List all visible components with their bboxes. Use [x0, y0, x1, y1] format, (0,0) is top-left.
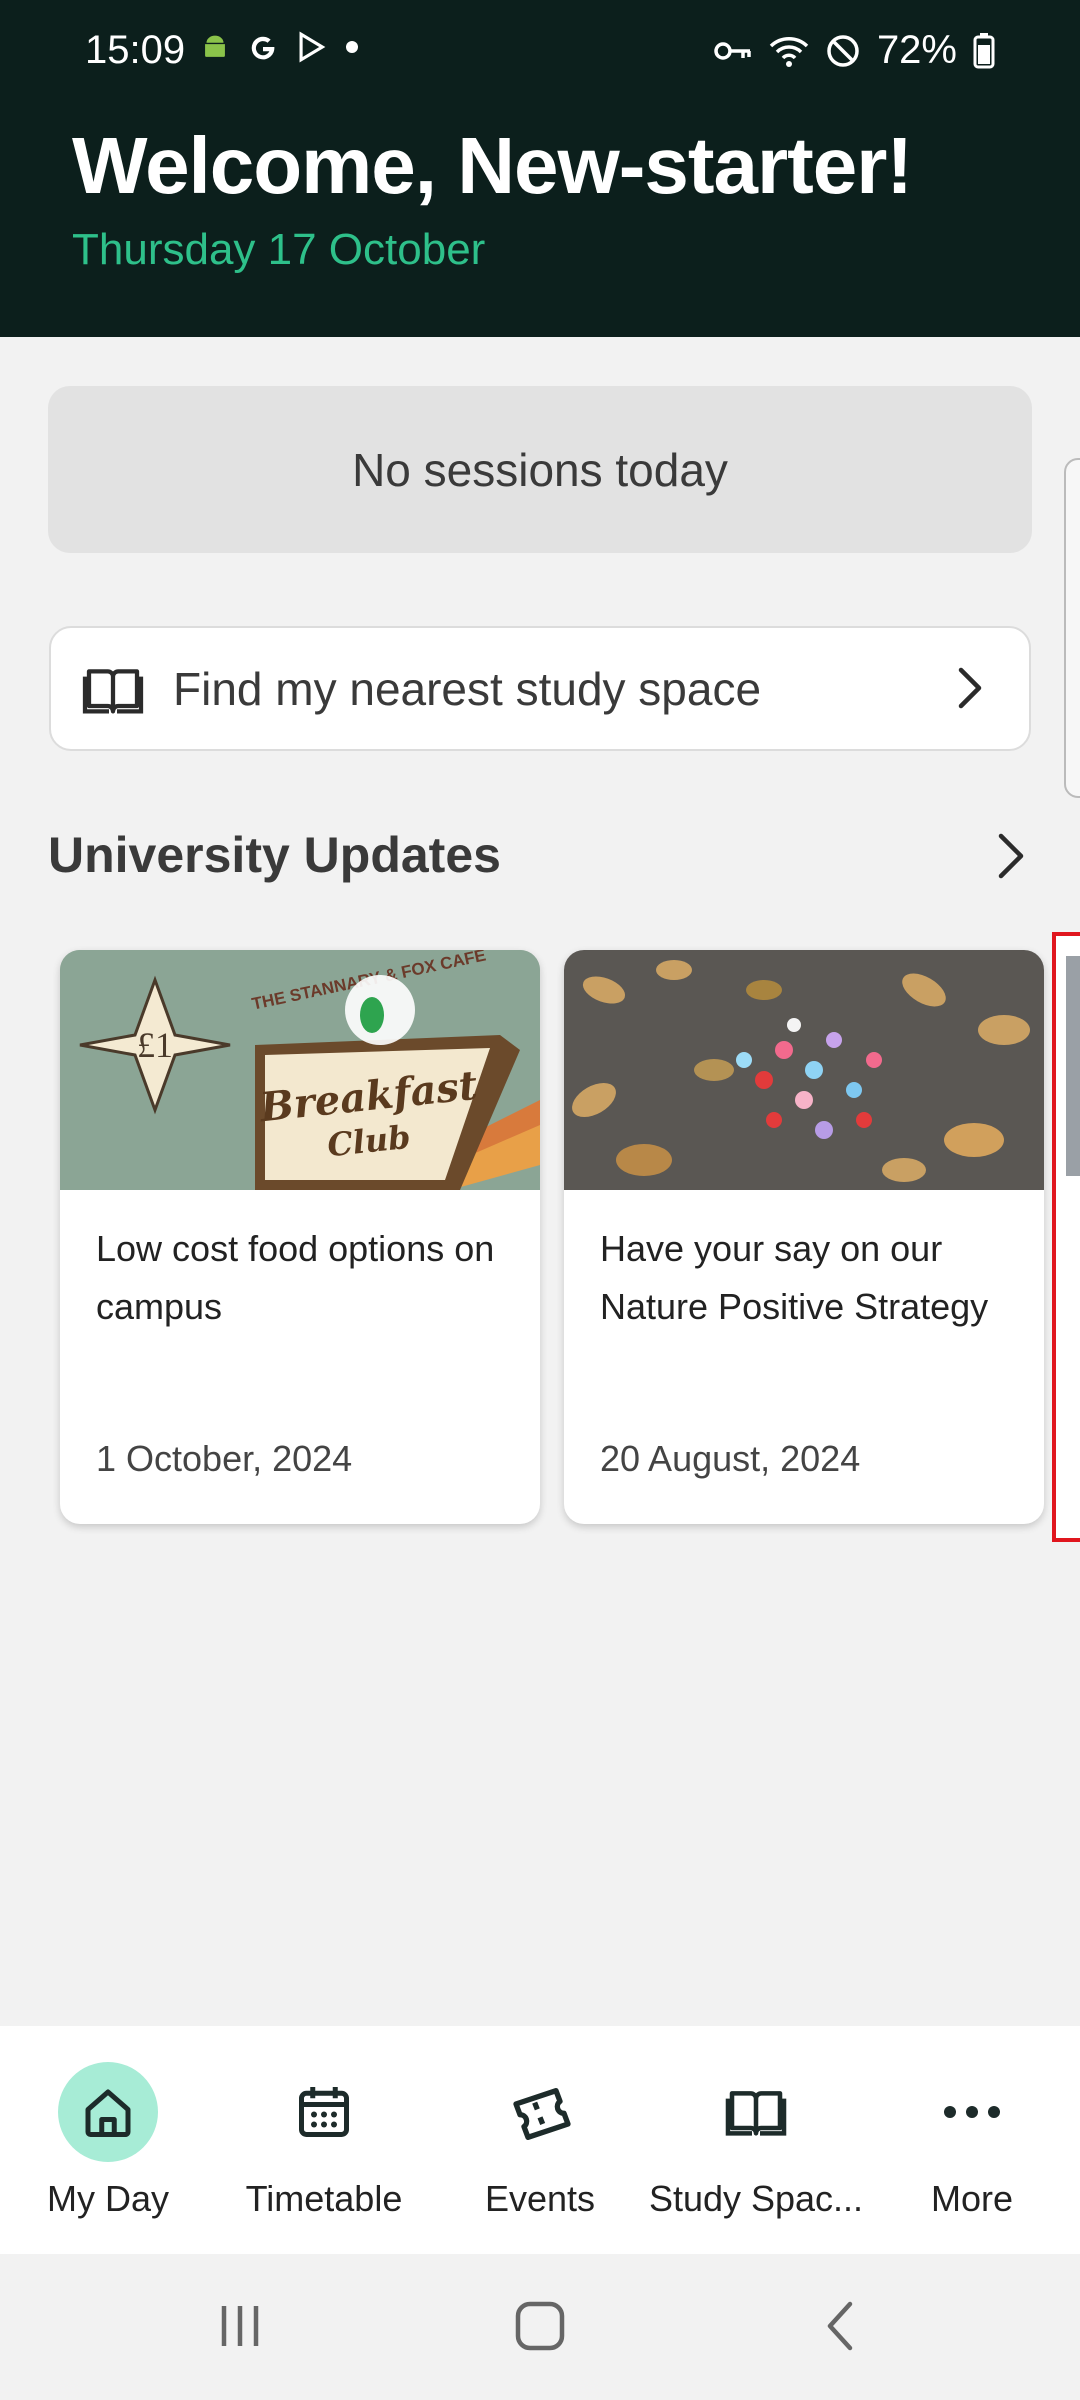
breakfast-club-illustration: £1 Breakfast Club THE STANNARY & FOX CAF… — [60, 950, 540, 1190]
recent-apps-icon[interactable] — [210, 2296, 270, 2356]
bottom-navigation: My Day Timetable Events Study Spac... Mo… — [0, 2026, 1080, 2254]
home-icon — [58, 2062, 158, 2162]
update-card-title: Low cost food options on campus — [96, 1228, 495, 1327]
calendar-icon — [274, 2062, 374, 2162]
nav-label: Study Spac... — [648, 2178, 864, 2219]
update-card[interactable]: £1 Breakfast Club THE STANNARY & FOX CAF… — [60, 950, 540, 1524]
back-icon[interactable] — [812, 2296, 872, 2356]
notification-icons — [198, 30, 362, 64]
study-space-label: Find my nearest study space — [173, 663, 762, 715]
ticket-icon — [490, 2062, 590, 2162]
book-icon — [706, 2062, 806, 2162]
system-navigation-bar — [0, 2254, 1080, 2400]
home-button-icon[interactable] — [510, 2296, 570, 2356]
chevron-right-icon — [958, 667, 982, 709]
update-card-image — [564, 950, 1044, 1190]
update-card-peek[interactable] — [1052, 932, 1080, 1542]
update-card[interactable]: Have your say on our Nature Positive Str… — [564, 950, 1044, 1524]
vpn-key-icon — [714, 41, 751, 60]
do-not-disturb-icon — [827, 34, 859, 67]
update-card-date: 20 August, 2024 — [600, 1438, 861, 1479]
status-bar: 15:09 72% — [0, 0, 1080, 100]
update-card-peek-image — [1066, 956, 1080, 1176]
battery-percent: 72% — [876, 28, 957, 72]
app-header: 15:09 72% Welcome, New-starter! Thursday… — [0, 0, 1080, 337]
book-icon — [82, 669, 144, 714]
university-updates-title: University Updates — [48, 827, 501, 883]
android-icon — [205, 35, 225, 57]
sessions-card: No sessions today — [48, 386, 1032, 553]
more-icon — [922, 2062, 1022, 2162]
update-card-image: £1 Breakfast Club THE STANNARY & FOX CAF… — [60, 950, 540, 1190]
nav-events[interactable]: Events — [432, 2026, 648, 2254]
dot-icon — [346, 41, 358, 53]
status-time: 15:09 — [85, 28, 186, 72]
nav-label: More — [930, 2178, 1014, 2219]
nav-study-spaces[interactable]: Study Spac... — [648, 2026, 864, 2254]
welcome-title: Welcome, New-starter! — [72, 121, 913, 210]
nav-label: Events — [484, 2178, 596, 2219]
play-store-icon — [299, 31, 326, 63]
update-card-title: Have your say on our Nature Positive Str… — [600, 1228, 989, 1327]
nav-label: My Day — [46, 2178, 169, 2219]
next-session-card-peek[interactable] — [1064, 458, 1080, 798]
sessions-text: No sessions today — [352, 443, 728, 496]
current-date: Thursday 17 October — [72, 225, 486, 274]
nav-timetable[interactable]: Timetable — [216, 2026, 432, 2254]
battery-icon — [973, 32, 995, 68]
nav-more[interactable]: More — [864, 2026, 1080, 2254]
find-study-space-button[interactable]: Find my nearest study space — [49, 626, 1031, 751]
updates-chevron-right-icon[interactable] — [985, 830, 1033, 882]
confetti-leaves-photo — [564, 950, 1044, 1190]
wifi-icon — [769, 36, 809, 67]
nav-my-day[interactable]: My Day — [0, 2026, 216, 2254]
google-icon — [251, 36, 275, 60]
nav-label: Timetable — [245, 2178, 403, 2219]
update-card-date: 1 October, 2024 — [96, 1438, 353, 1479]
svg-text:£1: £1 — [137, 1025, 173, 1065]
